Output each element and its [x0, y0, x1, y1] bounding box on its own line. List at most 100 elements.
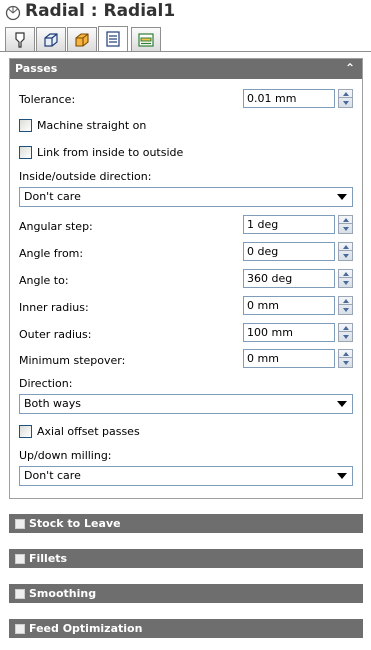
window-title-bar: Radial : Radial1 — [0, 0, 371, 26]
link-inside-outside-checkbox[interactable] — [19, 145, 32, 159]
links-icon — [138, 32, 154, 47]
tab-links[interactable] — [131, 27, 161, 51]
axial-offset-passes-label: Axial offset passes — [37, 424, 140, 438]
machine-straight-on-row[interactable]: Machine straight on — [19, 117, 146, 133]
collapse-icon[interactable]: ⌃︎ — [342, 61, 358, 77]
arrow-down-icon — [342, 361, 349, 365]
section-smoothing[interactable]: Smoothing — [9, 584, 363, 603]
outer-radius-input[interactable]: 100 mm — [243, 323, 335, 342]
direction-value: Both ways — [24, 397, 82, 410]
up-down-milling-value: Don't care — [24, 469, 81, 482]
machine-straight-on-checkbox[interactable] — [19, 118, 32, 132]
outer-radius-increment-button[interactable] — [339, 324, 352, 332]
arrow-up-icon — [342, 91, 349, 96]
angular-step-decrement-button[interactable] — [339, 225, 352, 233]
angle-to-spin-buttons — [338, 269, 353, 288]
angle-from-label: Angle from: — [19, 247, 84, 260]
tab-tool[interactable] — [5, 27, 35, 51]
radial-toolpath-icon — [5, 5, 21, 21]
tolerance-spin-buttons — [338, 89, 353, 108]
arrow-up-icon — [342, 271, 349, 276]
inside-outside-direction-label: Inside/outside direction: — [19, 170, 152, 183]
arrow-up-icon — [342, 325, 349, 330]
angular-step-input[interactable]: 1 deg — [243, 215, 335, 234]
tab-model-limits[interactable] — [36, 27, 66, 51]
axial-offset-passes-checkbox[interactable] — [19, 424, 32, 438]
arrow-down-icon — [342, 254, 349, 258]
up-down-milling-label: Up/down milling: — [19, 449, 112, 462]
passes-header[interactable]: Passes ⌃︎ — [10, 59, 362, 79]
expand-icon — [15, 553, 25, 564]
tab-divider — [0, 51, 371, 52]
arrow-down-icon — [342, 281, 349, 285]
direction-select[interactable]: Both ways — [19, 394, 353, 414]
inner-radius-input[interactable]: 0 mm — [243, 296, 335, 315]
tolerance-decrement-button[interactable] — [339, 99, 352, 107]
tolerance-spinner: 0.01 mm — [243, 89, 353, 108]
tolerance-input[interactable]: 0.01 mm — [243, 89, 335, 108]
angle-from-decrement-button[interactable] — [339, 252, 352, 260]
arrow-down-icon — [342, 227, 349, 231]
link-inside-outside-label: Link from inside to outside — [37, 145, 184, 159]
arrow-up-icon — [342, 351, 349, 356]
inner-radius-decrement-button[interactable] — [339, 306, 352, 314]
machine-straight-on-label: Machine straight on — [37, 118, 147, 132]
dropdown-arrow-icon — [337, 473, 347, 479]
section-fillets-label: Fillets — [29, 552, 68, 565]
model-limits-icon — [44, 32, 58, 47]
expand-icon — [15, 588, 25, 599]
tolerance-increment-button[interactable] — [339, 90, 352, 98]
inside-outside-direction-value: Don't care — [24, 190, 81, 203]
angle-from-increment-button[interactable] — [339, 243, 352, 251]
tab-stock[interactable] — [67, 27, 97, 51]
expand-icon — [15, 518, 25, 529]
minimum-stepover-spinner: 0 mm — [243, 349, 353, 368]
link-inside-outside-row[interactable]: Link from inside to outside — [19, 144, 183, 160]
inner-radius-increment-button[interactable] — [339, 297, 352, 305]
angular-step-increment-button[interactable] — [339, 216, 352, 224]
section-fillets[interactable]: Fillets — [9, 549, 363, 568]
angular-step-spin-buttons — [338, 215, 353, 234]
angle-to-input[interactable]: 360 deg — [243, 269, 335, 288]
angular-step-label: Angular step: — [19, 220, 93, 233]
inner-radius-label: Inner radius: — [19, 301, 89, 314]
expand-icon — [15, 623, 25, 634]
inside-outside-direction-select[interactable]: Don't care — [19, 187, 353, 207]
arrow-down-icon — [342, 335, 349, 339]
outer-radius-spinner: 100 mm — [243, 323, 353, 342]
section-feed-optimization-label: Feed Optimization — [29, 622, 143, 635]
angle-from-input[interactable]: 0 deg — [243, 242, 335, 261]
angle-from-spinner: 0 deg — [243, 242, 353, 261]
arrow-down-icon — [342, 308, 349, 312]
stock-icon — [75, 32, 89, 47]
passes-icon — [106, 31, 120, 47]
arrow-up-icon — [342, 244, 349, 249]
tool-icon — [15, 31, 25, 48]
outer-radius-decrement-button[interactable] — [339, 333, 352, 341]
outer-radius-spin-buttons — [338, 323, 353, 342]
angle-from-spin-buttons — [338, 242, 353, 261]
direction-label: Direction: — [19, 377, 73, 390]
dropdown-arrow-icon — [337, 401, 347, 407]
tolerance-label: Tolerance: — [19, 93, 76, 106]
outer-radius-label: Outer radius: — [19, 328, 92, 341]
window-title: Radial : Radial1 — [25, 1, 176, 21]
section-stock-to-leave[interactable]: Stock to Leave — [9, 514, 363, 533]
arrow-down-icon — [342, 101, 349, 105]
angle-to-label: Angle to: — [19, 274, 69, 287]
arrow-up-icon — [342, 217, 349, 222]
inner-radius-spinner: 0 mm — [243, 296, 353, 315]
arrow-up-icon — [342, 298, 349, 303]
minimum-stepover-input[interactable]: 0 mm — [243, 349, 335, 368]
angle-to-spinner: 360 deg — [243, 269, 353, 288]
angle-to-increment-button[interactable] — [339, 270, 352, 278]
minimum-stepover-increment-button[interactable] — [339, 350, 352, 358]
minimum-stepover-decrement-button[interactable] — [339, 359, 352, 367]
angle-to-decrement-button[interactable] — [339, 279, 352, 287]
inner-radius-spin-buttons — [338, 296, 353, 315]
section-feed-optimization[interactable]: Feed Optimization — [9, 619, 363, 638]
up-down-milling-select[interactable]: Don't care — [19, 466, 353, 486]
section-stock-to-leave-label: Stock to Leave — [29, 517, 121, 530]
axial-offset-passes-row[interactable]: Axial offset passes — [19, 423, 140, 439]
tab-passes[interactable] — [98, 26, 128, 51]
